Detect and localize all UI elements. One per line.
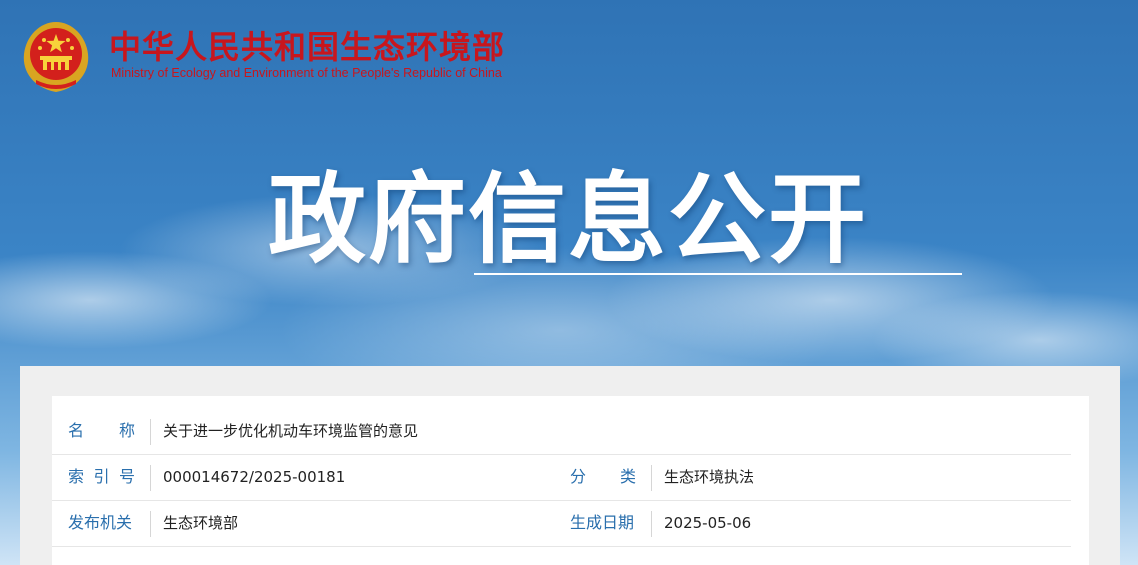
site-title[interactable]: 中华人民共和国生态环境部 bbox=[109, 22, 505, 68]
info-row-index: 索引号 000014672/2025-00181 分类 生态环境执法 bbox=[52, 454, 1071, 501]
info-row-issuer: 发布机关 生态环境部 生成日期 2025-05-06 bbox=[52, 500, 1071, 547]
name-value: 关于进一步优化机动车环境监管的意见 bbox=[163, 422, 419, 440]
row-divider bbox=[651, 511, 652, 537]
name-label: 名称 bbox=[68, 421, 135, 440]
issuer-value: 生态环境部 bbox=[163, 514, 239, 532]
national-emblem-icon[interactable] bbox=[20, 18, 92, 94]
hero-divider bbox=[474, 273, 962, 275]
category-label: 分类 bbox=[570, 467, 636, 486]
info-row-name: 名称 关于进一步优化机动车环境监管的意见 bbox=[52, 408, 1071, 455]
index-value: 000014672/2025-00181 bbox=[163, 468, 346, 486]
category-value: 生态环境执法 bbox=[664, 468, 755, 486]
row-divider bbox=[150, 465, 151, 491]
date-value: 2025-05-06 bbox=[664, 514, 752, 532]
hero-title: 政府信息公开 bbox=[268, 163, 869, 277]
index-label: 索引号 bbox=[68, 467, 135, 486]
site-subtitle: Ministry of Ecology and Environment of t… bbox=[111, 66, 502, 80]
row-divider bbox=[150, 419, 151, 445]
info-card: 名称 关于进一步优化机动车环境监管的意见 索引号 000014672/2025-… bbox=[52, 396, 1089, 565]
row-divider bbox=[150, 511, 151, 537]
row-divider bbox=[651, 465, 652, 491]
date-label: 生成日期 bbox=[570, 513, 635, 532]
issuer-label: 发布机关 bbox=[68, 513, 133, 532]
